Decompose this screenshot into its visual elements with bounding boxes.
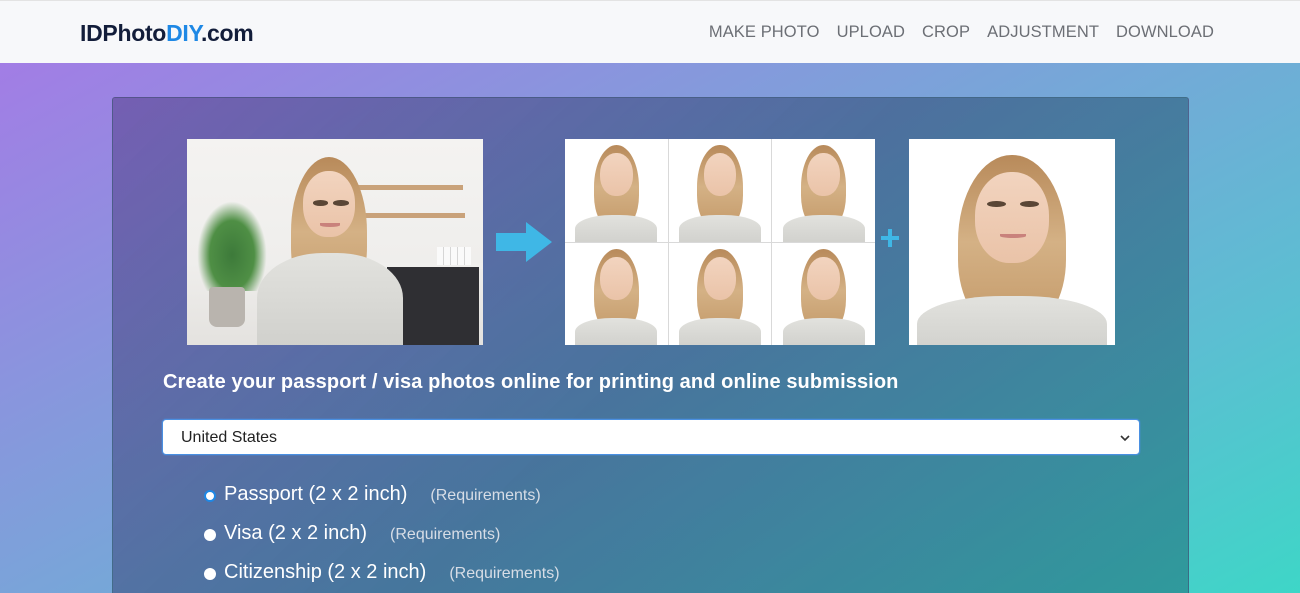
top-navbar: IDPhotoDIY.com MAKE PHOTO UPLOAD CROP AD… bbox=[0, 0, 1300, 63]
requirements-link[interactable]: (Requirements) bbox=[390, 526, 500, 544]
passport-photo-thumb bbox=[668, 242, 772, 345]
photo-type-citizenship[interactable]: Citizenship (2 x 2 inch) (Requirements) bbox=[204, 561, 560, 584]
photo-type-label[interactable]: Visa (2 x 2 inch) bbox=[224, 522, 367, 545]
radio-visa[interactable] bbox=[204, 529, 216, 541]
requirements-link[interactable]: (Requirements) bbox=[449, 565, 559, 583]
photo-type-passport[interactable]: Passport (2 x 2 inch) (Requirements) bbox=[204, 483, 541, 506]
binders bbox=[437, 247, 471, 265]
plus-icon bbox=[881, 229, 899, 247]
arrow-right-icon bbox=[496, 222, 552, 262]
hero-section: Create your passport / visa photos onlin… bbox=[0, 63, 1300, 593]
radio-passport[interactable] bbox=[204, 490, 216, 502]
passport-photo-thumb bbox=[772, 242, 875, 345]
nav-download[interactable]: DOWNLOAD bbox=[1116, 23, 1214, 42]
nav-make-photo[interactable]: MAKE PHOTO bbox=[709, 23, 820, 42]
main-nav: MAKE PHOTO UPLOAD CROP ADJUSTMENT DOWNLO… bbox=[709, 23, 1214, 42]
country-select[interactable]: United States bbox=[162, 419, 1140, 455]
chevron-down-icon bbox=[1120, 435, 1130, 442]
passport-photo-thumb bbox=[565, 139, 668, 242]
page-tagline: Create your passport / visa photos onlin… bbox=[163, 371, 899, 393]
passport-photo-thumb bbox=[668, 139, 772, 242]
photo-type-label[interactable]: Citizenship (2 x 2 inch) bbox=[224, 561, 426, 584]
country-select-value: United States bbox=[181, 429, 278, 446]
person bbox=[245, 157, 415, 345]
radio-citizenship[interactable] bbox=[204, 568, 216, 580]
main-panel: Create your passport / visa photos onlin… bbox=[112, 97, 1189, 593]
passport-photo-thumb bbox=[565, 242, 668, 345]
single-passport-photo bbox=[909, 139, 1115, 345]
site-logo[interactable]: IDPhotoDIY.com bbox=[80, 20, 254, 47]
plant-pot bbox=[209, 287, 245, 327]
logo-text-diy: DIY bbox=[166, 20, 201, 46]
photo-type-visa[interactable]: Visa (2 x 2 inch) (Requirements) bbox=[204, 522, 500, 545]
nav-upload[interactable]: UPLOAD bbox=[837, 23, 905, 42]
requirements-link[interactable]: (Requirements) bbox=[430, 487, 540, 505]
nav-adjustment[interactable]: ADJUSTMENT bbox=[987, 23, 1099, 42]
passport-photo-sheet bbox=[565, 139, 875, 345]
photo-type-label[interactable]: Passport (2 x 2 inch) bbox=[224, 483, 407, 506]
nav-crop[interactable]: CROP bbox=[922, 23, 970, 42]
logo-text-domain: .com bbox=[200, 20, 254, 46]
passport-photo-thumb bbox=[772, 139, 875, 242]
logo-text-idphoto: IDPhoto bbox=[80, 20, 167, 46]
source-photo bbox=[187, 139, 483, 345]
